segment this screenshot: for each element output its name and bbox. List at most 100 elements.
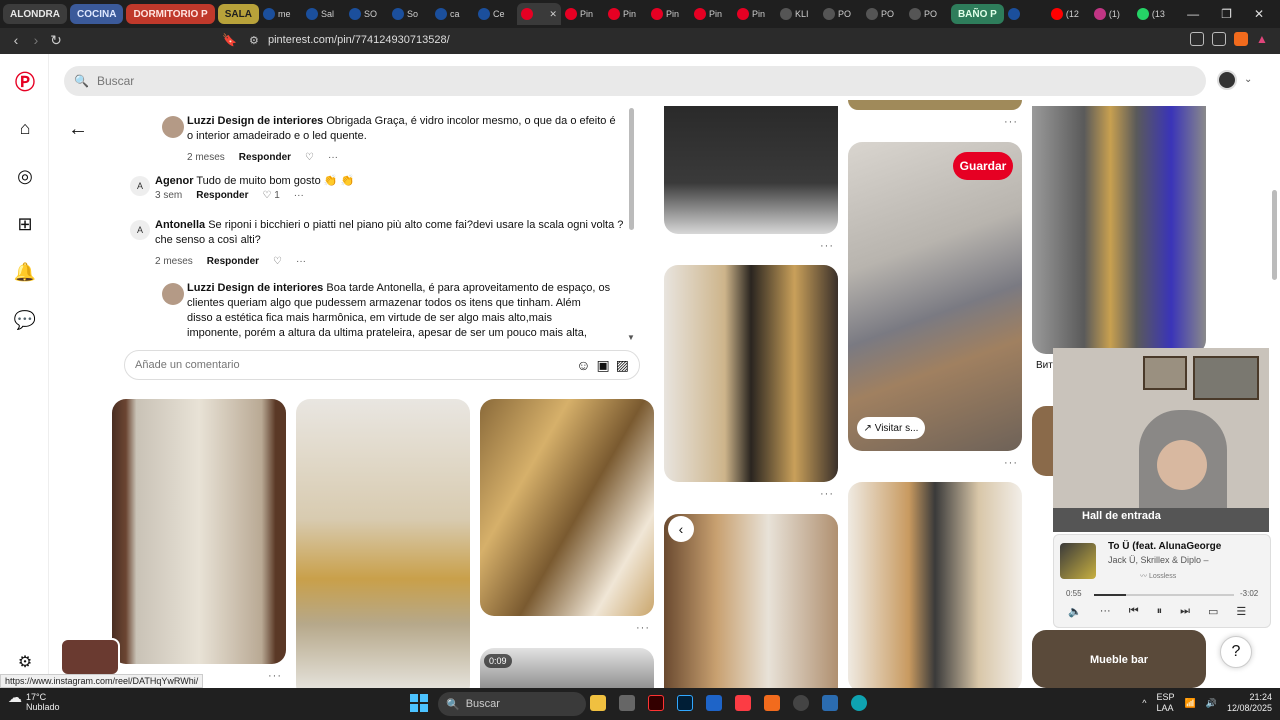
lyrics-icon[interactable]: ▭ [1208,605,1218,618]
tab-group-cocina[interactable]: COCINA [70,4,124,24]
image-icon[interactable]: ▨ [616,357,629,374]
edge-icon[interactable] [851,695,867,711]
browser-tab[interactable]: ✕ [516,3,561,25]
photoshop-icon[interactable] [677,695,693,711]
more-icon[interactable]: ··· [1004,457,1018,469]
search-bar[interactable]: 🔍 Buscar [64,66,1206,96]
language-indicator[interactable]: ESP LAA [1157,692,1175,714]
cast-icon[interactable] [1190,32,1204,46]
brave-shield-icon[interactable] [1234,32,1248,46]
browser-tab[interactable]: Pin [733,3,776,25]
browser-tab[interactable]: (1) [1090,3,1133,25]
pin-title[interactable]: Mueble bar [1032,630,1206,688]
comments-scrollbar[interactable] [629,108,634,230]
save-button[interactable]: Guardar [953,152,1013,180]
browser-tab[interactable]: Ce [474,3,517,25]
more-icon[interactable]: ··· [296,256,306,267]
back-arrow-icon[interactable]: ← [68,118,88,141]
tray-chevron-icon[interactable]: ^ [1142,698,1146,709]
tab-group-bano[interactable]: BAÑO P [950,4,1004,24]
more-icon[interactable]: ··· [1100,605,1111,618]
bookmark-icon[interactable]: 🔖 [222,33,237,47]
tab-group-dormitorio-p[interactable]: DORMITORIO P [126,4,215,24]
avatar[interactable]: A [130,176,150,196]
more-icon[interactable]: ··· [268,670,282,682]
browser-tab[interactable]: ca [431,3,474,25]
pin-image[interactable] [112,399,286,664]
comment-author[interactable]: Agenor [155,175,194,187]
app-icon[interactable] [793,695,809,711]
queue-icon[interactable]: ☰ [1236,605,1246,618]
pin-image[interactable] [848,142,1022,451]
brave-icon[interactable] [764,695,780,711]
visit-site-button[interactable]: ↗ Visitar s... [857,417,925,439]
browser-tab[interactable]: Pin [604,3,647,25]
avatar[interactable] [162,283,184,305]
browser-tab[interactable]: Sal [302,3,345,25]
create-icon[interactable]: ⊞ [13,212,37,236]
browser-tab[interactable]: Pin [690,3,733,25]
heart-icon[interactable]: ♡ [305,152,314,163]
previous-icon[interactable]: ⏮ [1129,605,1139,618]
sticker-icon[interactable]: ▣ [597,357,610,374]
more-icon[interactable]: ··· [328,152,338,163]
pin-image[interactable] [848,100,1022,110]
carousel-prev-button[interactable]: ‹ [668,516,694,542]
emoji-icon[interactable]: ☺ [576,357,590,374]
more-icon[interactable]: ··· [636,622,650,634]
app-icon[interactable] [706,695,722,711]
restore-icon[interactable]: ❐ [1221,7,1232,21]
pin-image[interactable] [848,482,1022,692]
more-icon[interactable]: ··· [1004,116,1018,128]
pin-image[interactable] [1032,106,1206,354]
more-icon[interactable]: ··· [294,190,304,201]
pin-image[interactable] [664,265,838,482]
browser-tab[interactable]: Pin [647,3,690,25]
settings-icon[interactable]: ⚙ [13,650,37,674]
browser-tab[interactable]: PO [862,3,905,25]
tab-group-sala[interactable]: SALA [217,4,259,24]
pin-image[interactable] [664,514,838,704]
comment-input[interactable]: Añade un comentario [135,359,240,371]
pinterest-logo-icon[interactable]: Ⓟ [13,68,37,94]
url-field[interactable]: pinterest.com/pin/774124930713528/ [268,34,450,46]
illustrator-icon[interactable] [648,695,664,711]
reload-icon[interactable]: ↻ [46,32,66,49]
heart-icon[interactable]: ♡ 1 [262,190,279,201]
next-icon[interactable]: ⏭ [1180,605,1190,618]
browser-tab[interactable]: SO [345,3,388,25]
browser-tab[interactable]: (13 [1133,3,1176,25]
wifi-icon[interactable]: 📶 [1185,698,1196,709]
weather-widget[interactable]: ☁ 17°C Nublado [8,690,60,712]
pin-title[interactable]: Hall de entrada [1053,508,1269,532]
reply-button[interactable]: Responder [239,152,291,163]
tab-group-alondra[interactable]: ALONDRA [3,4,67,24]
notifications-icon[interactable]: 🔔 [13,260,37,284]
taskbar-search[interactable]: 🔍 Buscar [438,692,586,716]
pin-image[interactable] [296,399,470,699]
browser-tab[interactable]: PO [819,3,862,25]
profile-avatar[interactable] [1217,70,1237,90]
close-window-icon[interactable]: ✕ [1254,7,1264,21]
avatar[interactable]: A [130,220,150,240]
heart-icon[interactable]: ♡ [273,256,282,267]
windows-start-icon[interactable] [410,694,428,712]
app-icon[interactable] [822,695,838,711]
browser-tab[interactable] [1004,3,1047,25]
brave-rewards-icon[interactable]: ▲ [1256,32,1270,46]
progress-track[interactable] [1094,594,1234,596]
pause-icon[interactable]: ⏸ [1157,605,1163,618]
browser-tab[interactable]: KLI [776,3,819,25]
music-icon[interactable] [735,695,751,711]
back-nav-icon[interactable]: ‹ [6,32,26,48]
comment-author[interactable]: Luzzi Design de interiores [187,115,323,127]
minimize-icon[interactable]: — [1187,7,1199,21]
file-explorer-icon[interactable] [590,695,606,711]
floating-thumbnail[interactable] [60,638,120,676]
help-button[interactable]: ? [1220,636,1252,668]
more-icon[interactable]: ··· [820,488,834,500]
browser-tab[interactable]: Pin [561,3,604,25]
add-comment-field[interactable]: Añade un comentario ☺ ▣ ▨ [124,350,640,380]
app-icon[interactable] [619,695,635,711]
comment-author[interactable]: Luzzi Design de interiores [187,282,323,294]
